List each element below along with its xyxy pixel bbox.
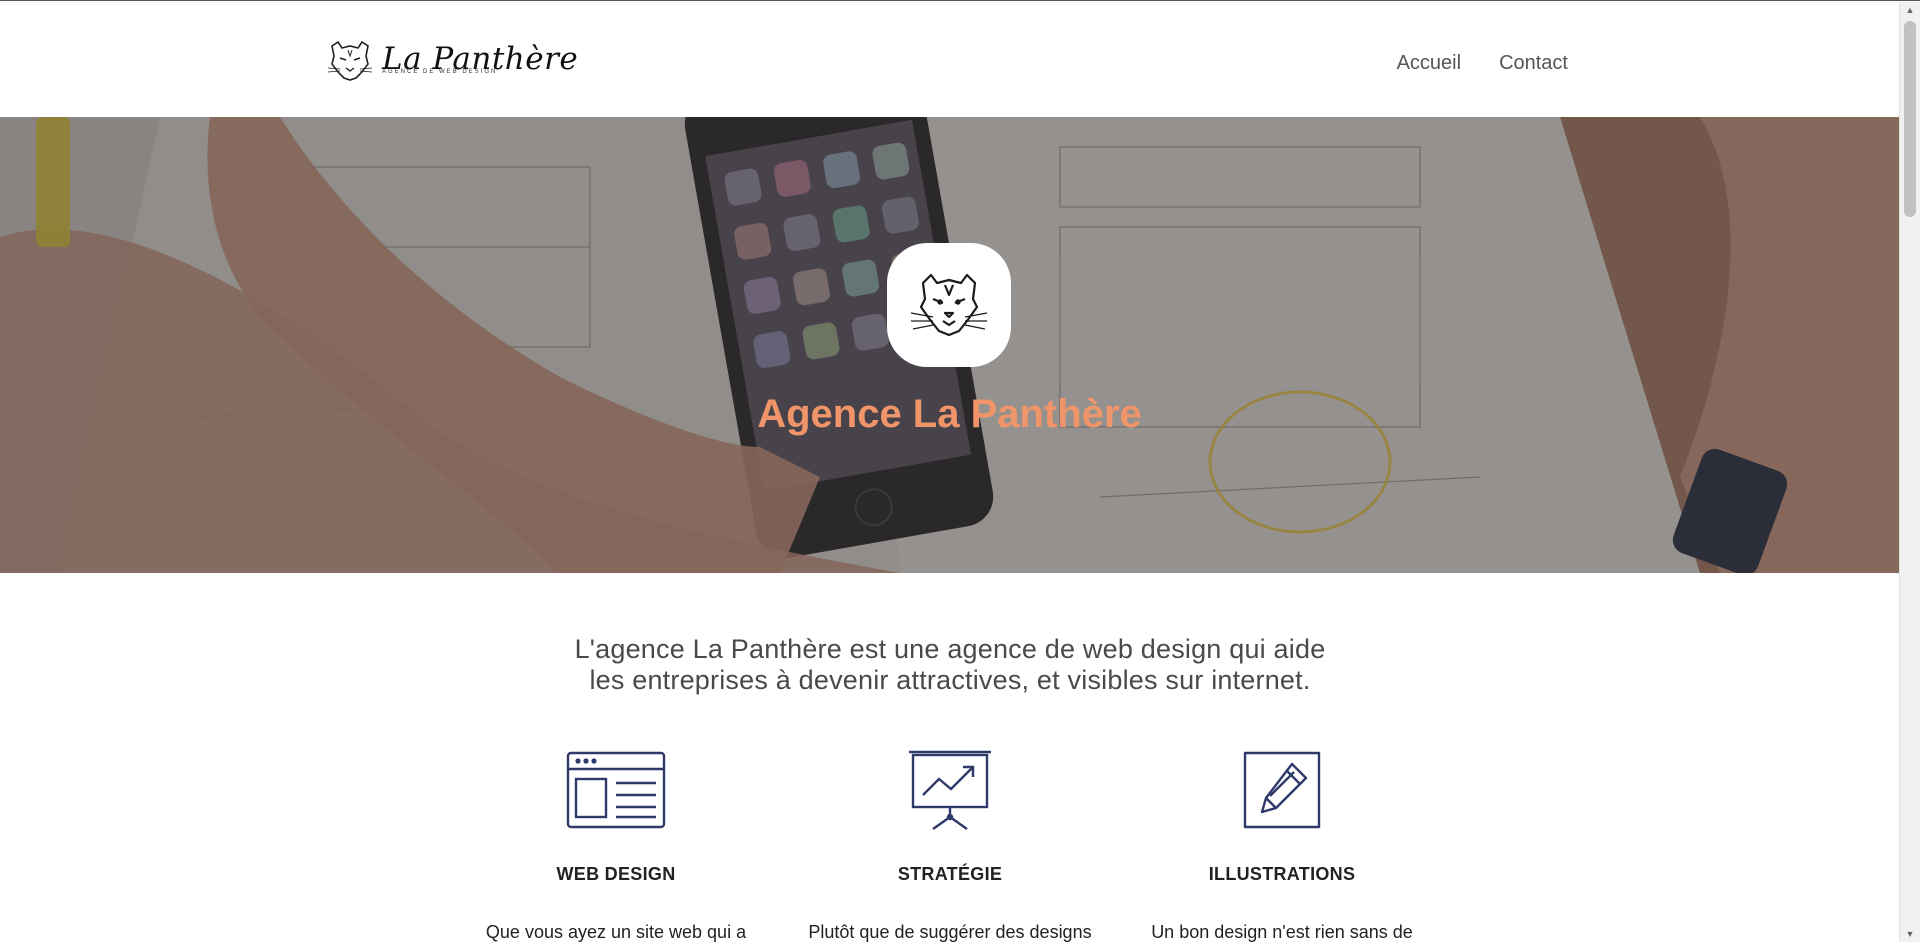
page: La Panthère AGENCE DE WEB DESIGN Accueil… xyxy=(0,2,1899,942)
logo-tagline: AGENCE DE WEB DESIGN xyxy=(382,69,498,75)
pencil-icon xyxy=(1243,751,1321,829)
scrollbar-thumb[interactable] xyxy=(1904,21,1916,217)
intro-line-2: les entreprises à devenir attractives, e… xyxy=(589,665,1311,695)
service-text: Que vous ayez un site web qui a xyxy=(485,922,747,942)
service-text: Plutôt que de suggérer des designs xyxy=(808,922,1092,942)
panther-logo-icon xyxy=(327,40,373,81)
service-text: Un bon design n'est rien sans de xyxy=(1151,922,1413,942)
service-illustrations: ILLUSTRATIONS Un bon design n'est rien s… xyxy=(1132,749,1432,942)
nav-link-contact[interactable]: Contact xyxy=(1499,52,1568,75)
presentation-chart-icon xyxy=(909,750,991,830)
service-web-design: WEB DESIGN Que vous ayez un site web qui… xyxy=(466,749,766,942)
main-nav: Accueil Contact xyxy=(1397,52,1568,75)
intro-line-1: L'agence La Panthère est une agence de w… xyxy=(574,634,1326,664)
site-header: La Panthère AGENCE DE WEB DESIGN Accueil… xyxy=(0,2,1899,117)
site-logo[interactable]: La Panthère AGENCE DE WEB DESIGN xyxy=(326,38,578,84)
nav-link-accueil[interactable]: Accueil xyxy=(1397,52,1461,75)
logo-wordmark: La Panthère AGENCE DE WEB DESIGN xyxy=(382,41,578,81)
hero-title: Agence La Panthère xyxy=(757,392,1142,436)
page-scrollbar[interactable]: ▲ ▼ xyxy=(1899,2,1920,942)
scroll-down-arrow-icon[interactable]: ▼ xyxy=(1900,926,1920,942)
intro-text: L'agence La Panthère est une agence de w… xyxy=(540,634,1360,696)
service-strategie: STRATÉGIE Plutôt que de suggérer des des… xyxy=(800,749,1100,942)
browser-window-icon xyxy=(566,751,666,829)
scroll-up-arrow-icon[interactable]: ▲ xyxy=(1900,2,1920,19)
panther-head-icon xyxy=(910,273,988,337)
service-title: ILLUSTRATIONS xyxy=(1208,864,1356,884)
service-title: WEB DESIGN xyxy=(556,864,676,884)
hero-banner: Agence La Panthère xyxy=(0,117,1899,573)
hero-logo-badge xyxy=(887,243,1011,367)
service-title: STRATÉGIE xyxy=(897,864,1003,884)
